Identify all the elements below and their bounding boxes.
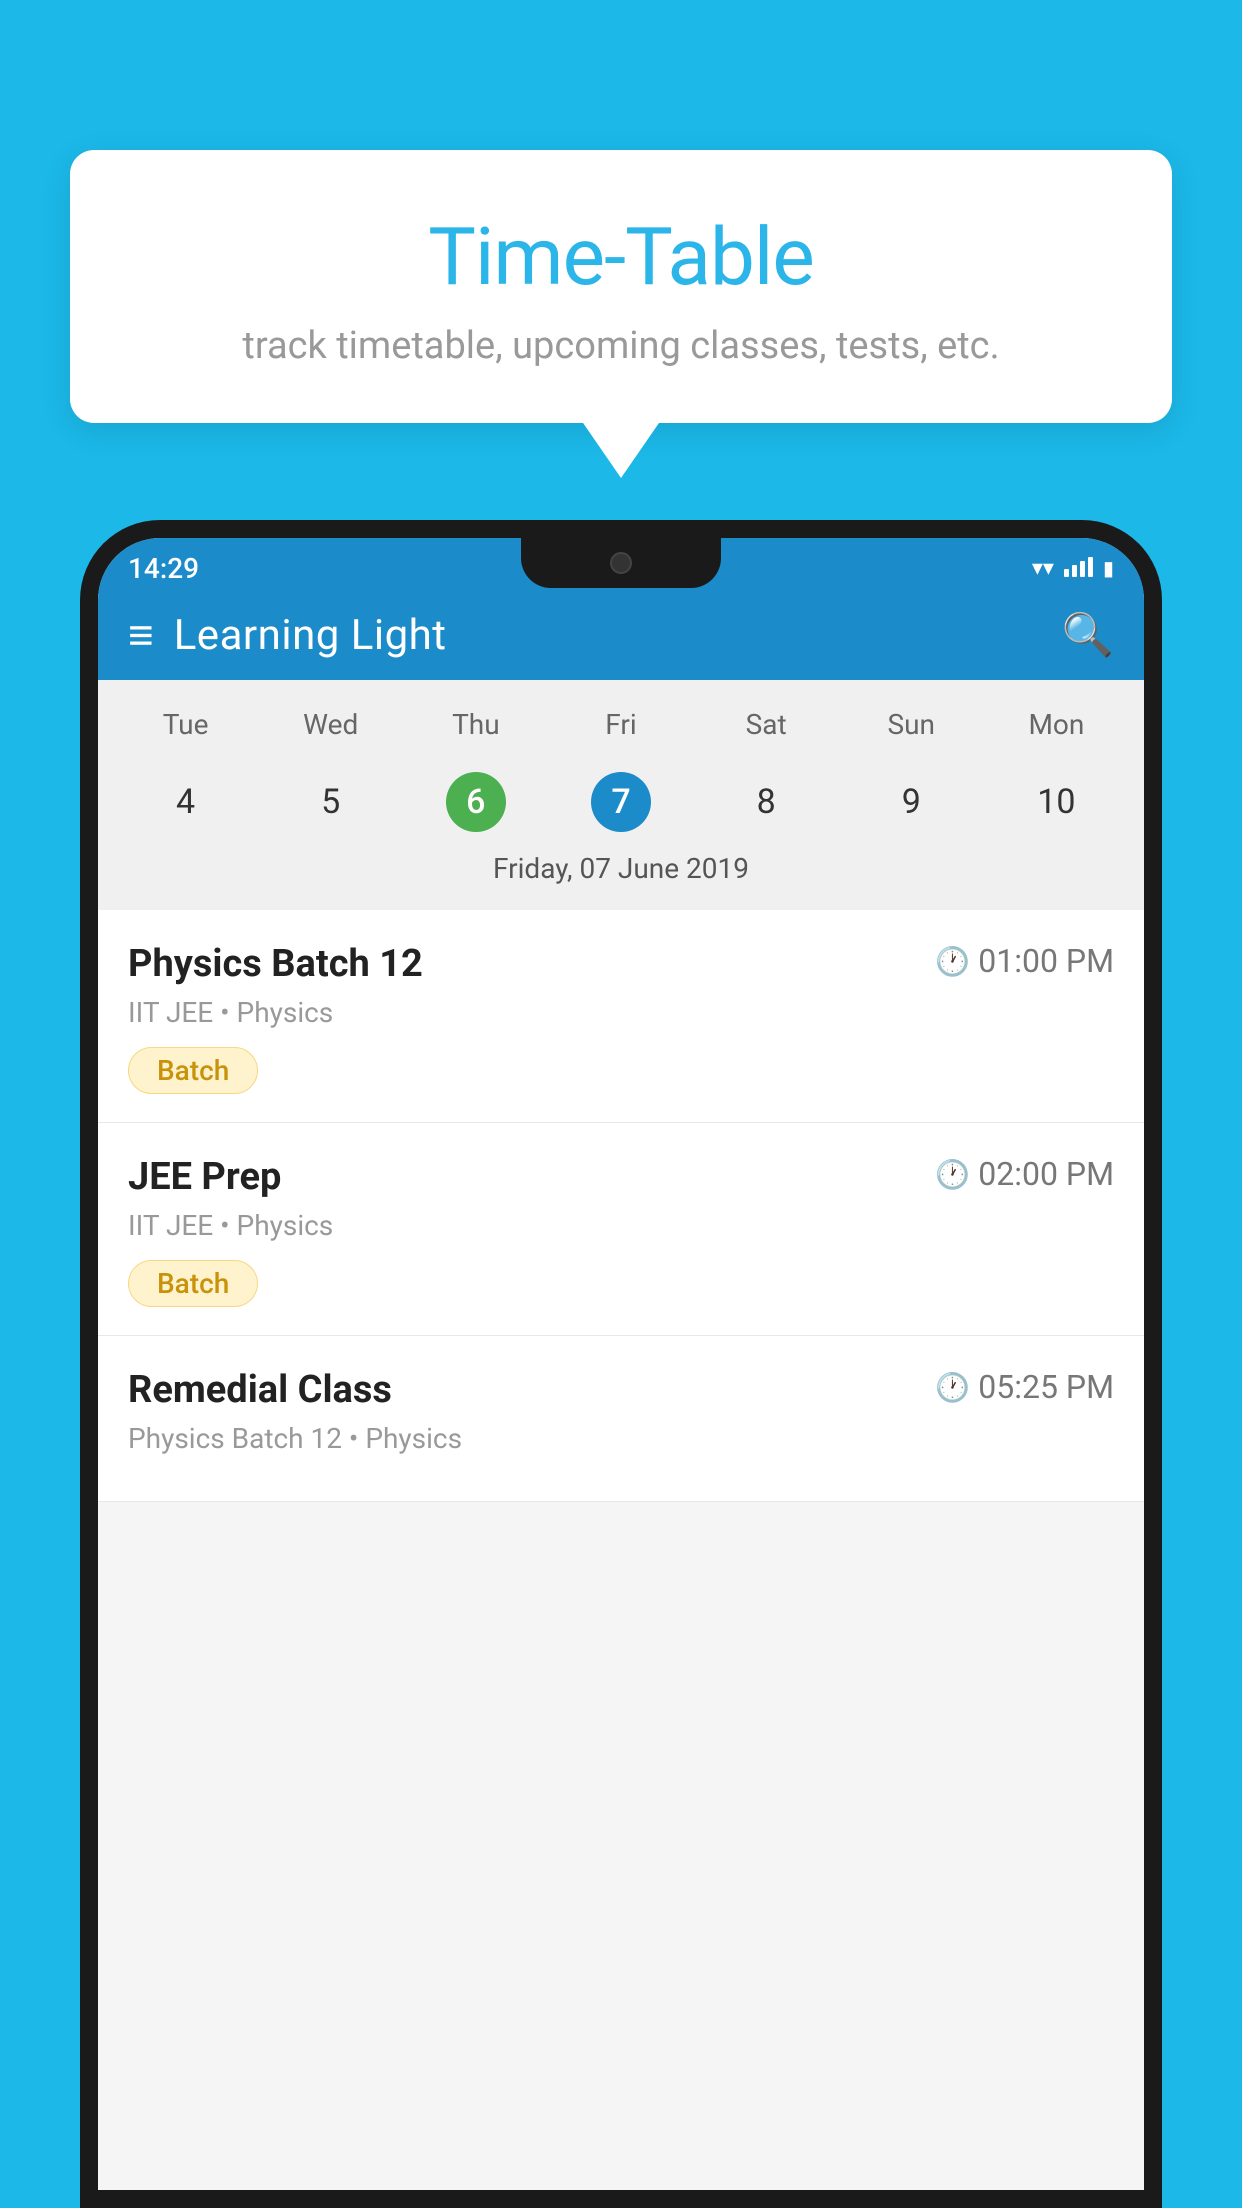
day-thu: Thu	[403, 700, 548, 749]
date-10[interactable]: 10	[984, 764, 1129, 840]
class-header-1: Physics Batch 12 🕐 01:00 PM	[128, 942, 1114, 986]
app-bar-title: Learning Light	[174, 611, 447, 660]
class-item-3[interactable]: Remedial Class 🕐 05:25 PM Physics Batch …	[98, 1336, 1144, 1502]
class-meta-2: IIT JEE • Physics	[128, 1209, 1114, 1242]
bubble-title: Time-Table	[130, 210, 1112, 304]
date-5[interactable]: 5	[258, 764, 403, 840]
phone-mockup: 14:29 ▾▾ ▮ ≡ Learning Light	[80, 520, 1162, 2208]
day-mon: Mon	[984, 700, 1129, 749]
batch-badge-1: Batch	[128, 1047, 258, 1094]
date-6-today[interactable]: 6	[403, 764, 548, 840]
clock-icon-1: 🕐	[935, 945, 970, 978]
hamburger-icon[interactable]: ≡	[128, 613, 154, 657]
class-name-2: JEE Prep	[128, 1155, 281, 1199]
selected-date-label: Friday, 07 June 2019	[98, 840, 1144, 900]
day-fri: Fri	[548, 700, 693, 749]
app-bar: ≡ Learning Light 🔍	[98, 590, 1144, 680]
batch-badge-2: Batch	[128, 1260, 258, 1307]
search-icon[interactable]: 🔍	[1062, 611, 1114, 660]
date-7-selected[interactable]: 7	[548, 764, 693, 840]
phone-camera	[610, 552, 632, 574]
class-time-3: 🕐 05:25 PM	[935, 1368, 1114, 1406]
classes-list: Physics Batch 12 🕐 01:00 PM IIT JEE • Ph…	[98, 910, 1144, 1502]
phone-notch	[521, 538, 721, 588]
calendar-section: Tue Wed Thu Fri Sat Sun Mon 4 5	[98, 680, 1144, 910]
day-wed: Wed	[258, 700, 403, 749]
clock-icon-3: 🕐	[935, 1371, 970, 1404]
battery-icon: ▮	[1103, 556, 1114, 580]
status-time: 14:29	[128, 552, 199, 585]
day-tue: Tue	[113, 700, 258, 749]
class-time-2: 🕐 02:00 PM	[935, 1155, 1114, 1193]
date-9[interactable]: 9	[839, 764, 984, 840]
class-item-1[interactable]: Physics Batch 12 🕐 01:00 PM IIT JEE • Ph…	[98, 910, 1144, 1123]
phone-screen: 14:29 ▾▾ ▮ ≡ Learning Light	[98, 538, 1144, 2190]
class-time-1: 🕐 01:00 PM	[935, 942, 1114, 980]
clock-icon-2: 🕐	[935, 1158, 970, 1191]
bubble-subtitle: track timetable, upcoming classes, tests…	[130, 324, 1112, 368]
wifi-icon: ▾▾	[1032, 556, 1054, 581]
date-4[interactable]: 4	[113, 764, 258, 840]
class-header-3: Remedial Class 🕐 05:25 PM	[128, 1368, 1114, 1412]
class-meta-1: IIT JEE • Physics	[128, 996, 1114, 1029]
class-name-3: Remedial Class	[128, 1368, 392, 1412]
class-meta-3: Physics Batch 12 • Physics	[128, 1422, 1114, 1455]
app-bar-left: ≡ Learning Light	[128, 611, 447, 660]
class-name-1: Physics Batch 12	[128, 942, 423, 986]
status-icons: ▾▾ ▮	[1032, 556, 1114, 581]
signal-icon	[1064, 559, 1093, 577]
date-8[interactable]: 8	[694, 764, 839, 840]
speech-bubble: Time-Table track timetable, upcoming cla…	[70, 150, 1172, 423]
day-sat: Sat	[694, 700, 839, 749]
speech-bubble-container: Time-Table track timetable, upcoming cla…	[70, 150, 1172, 423]
day-sun: Sun	[839, 700, 984, 749]
class-header-2: JEE Prep 🕐 02:00 PM	[128, 1155, 1114, 1199]
class-item-2[interactable]: JEE Prep 🕐 02:00 PM IIT JEE • Physics Ba…	[98, 1123, 1144, 1336]
calendar-dates-row: 4 5 6 7 8 9	[98, 764, 1144, 840]
calendar-days-row: Tue Wed Thu Fri Sat Sun Mon	[98, 700, 1144, 749]
phone-outer: 14:29 ▾▾ ▮ ≡ Learning Light	[80, 520, 1162, 2208]
